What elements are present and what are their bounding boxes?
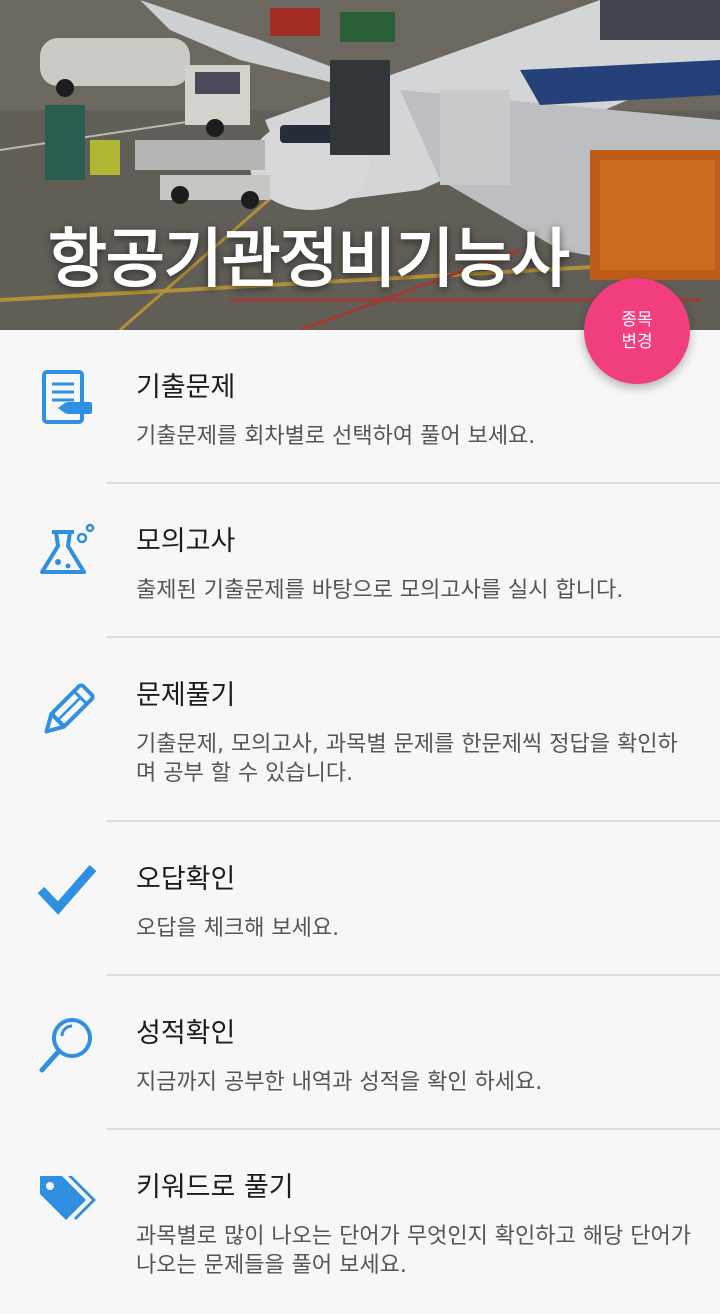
flask-icon <box>40 523 95 574</box>
menu-item-solve-problems[interactable]: 문제풀기 기출문제, 모의고사, 과목별 문제를 한문제씩 정답을 확인하며 공… <box>0 638 720 822</box>
notebook-icon <box>42 370 92 424</box>
menu-list: 기출문제 기출문제를 회차별로 선택하여 풀어 보세요. 모의고사 출제된 기출… <box>0 330 720 1314</box>
menu-item-title: 문제풀기 <box>136 680 236 711</box>
magnifier-icon <box>39 1018 92 1073</box>
menu-item-description: 과목별로 많이 나오는 단어가 무엇인지 확인하고 해당 단어가 나오는 문제들… <box>136 1224 691 1278</box>
pencil-icon <box>44 683 95 734</box>
menu-item-review-wrong[interactable]: 오답확인 오답을 체크해 보세요. <box>0 822 720 976</box>
header-banner: 항공기관정비기능사 <box>0 0 720 330</box>
menu-item-title: 키워드로 풀기 <box>136 1172 294 1203</box>
menu-item-title: 기출문제 <box>136 372 236 403</box>
menu-item-keyword-solve[interactable]: 키워드로 풀기 과목별로 많이 나오는 단어가 무엇인지 확인하고 해당 단어가… <box>0 1130 720 1314</box>
change-subject-button[interactable]: 종목 변경 <box>584 278 690 384</box>
tags-icon <box>40 1176 96 1220</box>
menu-item-description: 오답을 체크해 보세요. <box>136 916 340 941</box>
menu-item-check-scores[interactable]: 성적확인 지금까지 공부한 내역과 성적을 확인 하세요. <box>0 976 720 1130</box>
menu-item-description: 기출문제를 회차별로 선택하여 풀어 보세요. <box>136 424 536 449</box>
menu-item-title: 성적확인 <box>136 1018 236 1049</box>
page-title: 항공기관정비기능사 <box>48 223 570 297</box>
menu-item-title: 모의고사 <box>136 526 236 557</box>
menu-item-mock-exam[interactable]: 모의고사 출제된 기출문제를 바탕으로 모의고사를 실시 합니다. <box>0 484 720 638</box>
checkmark-icon <box>37 865 97 915</box>
change-subject-label-2: 변경 <box>621 332 653 352</box>
menu-item-title: 오답확인 <box>136 864 236 895</box>
menu-item-description: 지금까지 공부한 내역과 성적을 확인 하세요. <box>136 1070 543 1095</box>
menu-item-description: 출제된 기출문제를 바탕으로 모의고사를 실시 합니다. <box>136 578 624 603</box>
change-subject-label-1: 종목 <box>621 310 653 330</box>
menu-item-description: 기출문제, 모의고사, 과목별 문제를 한문제씩 정답을 확인하며 공부 할 수… <box>136 732 678 786</box>
